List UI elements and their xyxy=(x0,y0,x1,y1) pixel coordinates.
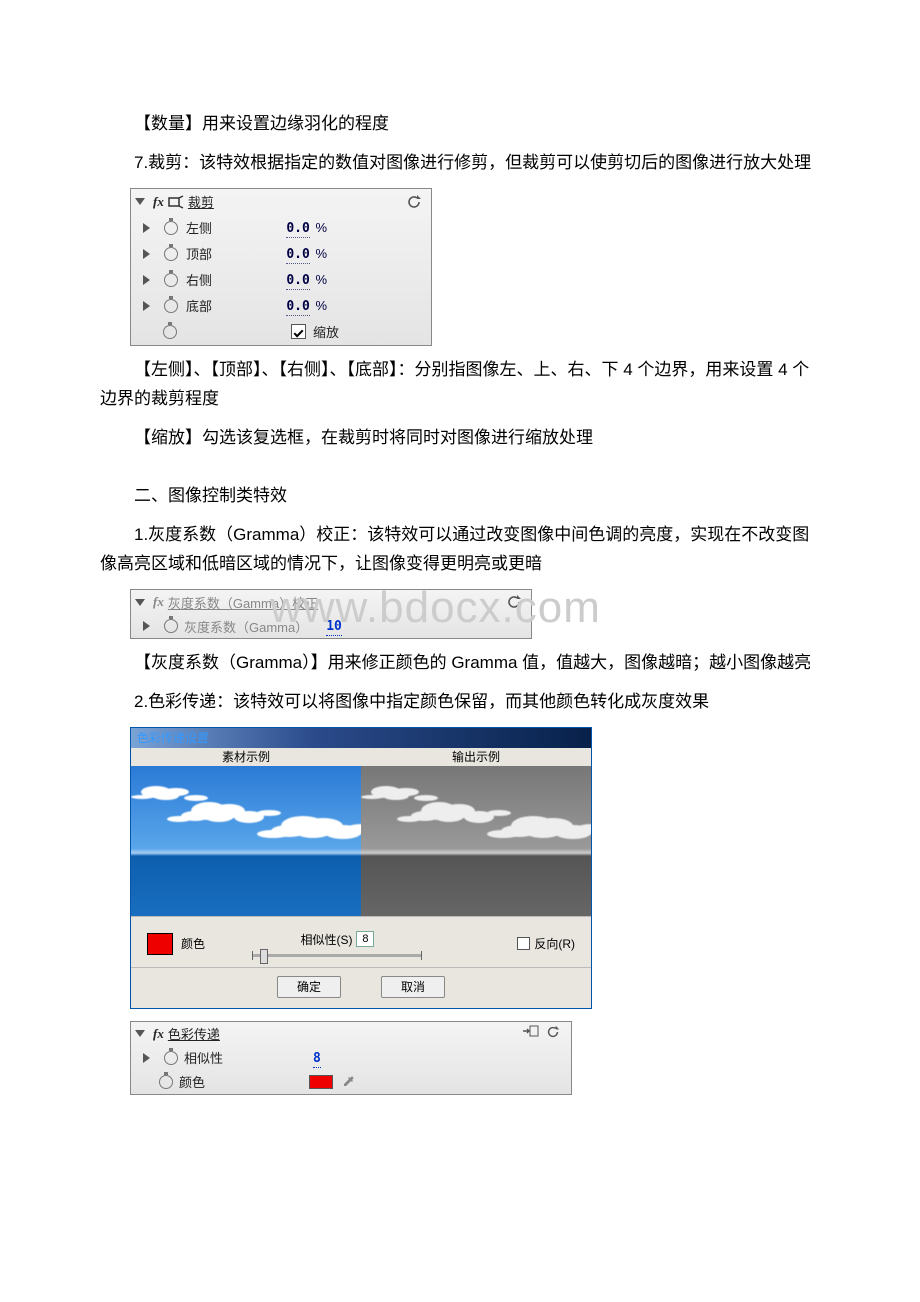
ok-button[interactable]: 确定 xyxy=(277,976,341,998)
scale-label: 缩放 xyxy=(313,325,339,340)
crop-effect-panel: fx 裁剪 左侧 0.0 % 顶部 0.0 % xyxy=(130,188,432,346)
expand-icon[interactable] xyxy=(143,1053,150,1063)
source-preview-label: 素材示例 xyxy=(131,748,361,766)
color-pass-dialog: 色彩传递设置 素材示例 输出示例 颜色 xyxy=(130,727,592,1009)
gamma-value[interactable]: 10 xyxy=(326,619,342,636)
reverse-label: 反向(R) xyxy=(534,935,575,952)
dialog-titlebar: 色彩传递设置 xyxy=(131,728,591,748)
color-row-label: 颜色 xyxy=(179,1072,205,1091)
stopwatch-icon[interactable] xyxy=(163,325,177,339)
similarity-row[interactable]: 相似性 8 xyxy=(131,1046,571,1070)
expand-icon[interactable] xyxy=(143,621,150,631)
reset-icon[interactable] xyxy=(405,195,423,209)
similarity-slider[interactable] xyxy=(252,954,422,957)
crop-left-value[interactable]: 0.0 xyxy=(286,221,309,238)
source-preview xyxy=(131,766,361,916)
heading-image-control: 二、图像控制类特效 xyxy=(100,482,820,511)
gamma-value-row[interactable]: 灰度系数（Gamma） 10 xyxy=(131,614,531,638)
fx-icon: fx xyxy=(153,594,164,610)
crop-bottom-value[interactable]: 0.0 xyxy=(286,299,309,316)
para-colorpass-intro: 2.色彩传递：该特效可以将图像中指定颜色保留，而其他颜色转化成灰度效果 xyxy=(100,688,820,717)
crop-left-label: 左侧 xyxy=(186,218,212,237)
collapse-icon[interactable] xyxy=(135,198,145,205)
similarity-row-value[interactable]: 8 xyxy=(313,1051,321,1068)
reset-icon[interactable] xyxy=(545,1025,561,1042)
expand-icon[interactable] xyxy=(143,275,150,285)
stopwatch-icon[interactable] xyxy=(159,1075,173,1089)
para-crop-intro: 7.裁剪：该特效根据指定的数值对图像进行修剪，但裁剪可以使剪切后的图像进行放大处… xyxy=(100,149,820,178)
gamma-header-row[interactable]: fx 灰度系数（Gamma）校正 xyxy=(131,590,531,614)
gamma-row-label: 灰度系数（Gamma） xyxy=(184,617,308,636)
color-swatch[interactable] xyxy=(147,933,173,955)
color-row[interactable]: 颜色 xyxy=(131,1070,571,1094)
gamma-effect-panel: fx 灰度系数（Gamma）校正 灰度系数（Gamma） 10 xyxy=(130,589,532,639)
gamma-title: 灰度系数（Gamma）校正 xyxy=(168,593,318,612)
crop-row-bottom[interactable]: 底部 0.0 % xyxy=(131,293,431,319)
slider-thumb[interactable] xyxy=(260,949,268,964)
scale-checkbox[interactable] xyxy=(291,324,306,339)
similarity-label: 相似性(S) xyxy=(300,931,352,948)
crop-row-top[interactable]: 顶部 0.0 % xyxy=(131,241,431,267)
stopwatch-icon[interactable] xyxy=(164,619,178,633)
para-amount: 【数量】用来设置边缘羽化的程度 xyxy=(100,110,820,139)
collapse-icon[interactable] xyxy=(135,599,145,606)
para-gamma-intro: 1.灰度系数（Gramma）校正：该特效可以通过改变图像中间色调的亮度，实现在不… xyxy=(100,521,820,579)
color-label: 颜色 xyxy=(181,935,205,952)
crop-row-left[interactable]: 左侧 0.0 % xyxy=(131,215,431,241)
crop-top-label: 顶部 xyxy=(186,244,212,263)
para-scale-desc: 【缩放】勾选该复选框，在裁剪时将同时对图像进行缩放处理 xyxy=(100,424,820,453)
expand-icon[interactable] xyxy=(143,249,150,259)
expand-icon[interactable] xyxy=(143,223,150,233)
stopwatch-icon[interactable] xyxy=(164,299,178,313)
crop-bottom-label: 底部 xyxy=(186,296,212,315)
para-crop-sides: 【左侧】、【顶部】、【右侧】、【底部】：分别指图像左、上、右、下 4 个边界，用… xyxy=(100,356,820,414)
cancel-button[interactable]: 取消 xyxy=(381,976,445,998)
crop-row-right[interactable]: 右侧 0.0 % xyxy=(131,267,431,293)
color-pass-title: 色彩传递 xyxy=(168,1024,220,1043)
percent-label: % xyxy=(315,246,327,261)
collapse-icon[interactable] xyxy=(135,1030,145,1037)
color-pass-effect-panel: fx 色彩传递 相似性 8 颜色 xyxy=(130,1021,572,1095)
reset-icon[interactable] xyxy=(505,595,523,609)
color-swatch-small[interactable] xyxy=(309,1075,333,1089)
percent-label: % xyxy=(315,298,327,313)
crop-icon xyxy=(168,195,184,209)
expand-icon[interactable] xyxy=(143,301,150,311)
similarity-value[interactable]: 8 xyxy=(356,931,374,947)
stopwatch-icon[interactable] xyxy=(164,273,178,287)
fx-icon: fx xyxy=(153,194,164,210)
stopwatch-icon[interactable] xyxy=(164,1051,178,1065)
output-preview xyxy=(361,766,591,916)
percent-label: % xyxy=(315,220,327,235)
setup-icon[interactable] xyxy=(523,1025,539,1042)
reverse-checkbox[interactable] xyxy=(517,937,530,950)
stopwatch-icon[interactable] xyxy=(164,221,178,235)
fx-icon: fx xyxy=(153,1026,164,1042)
crop-row-scale[interactable]: 缩放 xyxy=(131,319,431,345)
eyedropper-icon[interactable] xyxy=(341,1075,355,1089)
output-preview-label: 输出示例 xyxy=(361,748,591,766)
dialog-title-text: 色彩传递设置 xyxy=(137,729,209,746)
crop-title: 裁剪 xyxy=(188,192,214,211)
crop-right-value[interactable]: 0.0 xyxy=(286,273,309,290)
percent-label: % xyxy=(315,272,327,287)
crop-header-row[interactable]: fx 裁剪 xyxy=(131,189,431,215)
crop-right-label: 右侧 xyxy=(186,270,212,289)
para-gamma-desc: 【灰度系数（Gramma）】用来修正颜色的 Gramma 值，值越大，图像越暗；… xyxy=(100,649,820,678)
stopwatch-icon[interactable] xyxy=(164,247,178,261)
crop-top-value[interactable]: 0.0 xyxy=(286,247,309,264)
similarity-row-label: 相似性 xyxy=(184,1048,223,1067)
color-pass-header-row[interactable]: fx 色彩传递 xyxy=(131,1022,571,1046)
